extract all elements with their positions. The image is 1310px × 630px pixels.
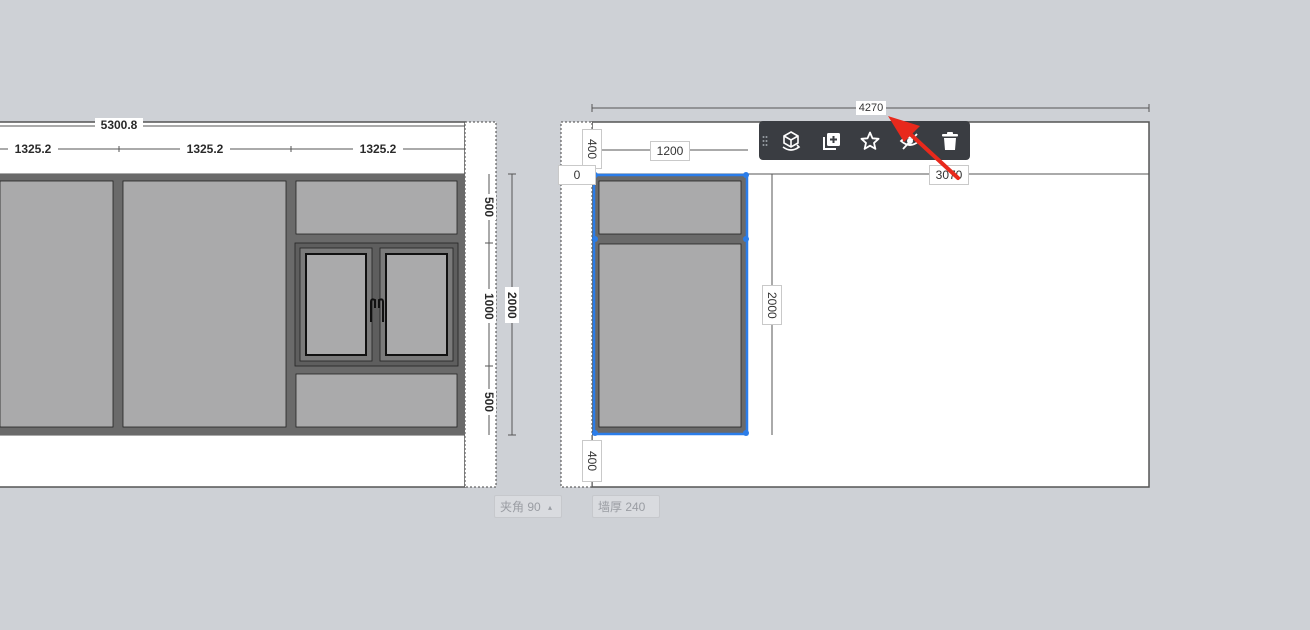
top-offset-input[interactable]: 400 (582, 129, 602, 169)
window-width-input[interactable]: 1200 (650, 141, 690, 161)
left-total-height[interactable]: 2000 (505, 287, 519, 323)
resize-handle[interactable] (743, 430, 749, 436)
caret-up-icon: ▴ (548, 503, 553, 512)
resize-handle[interactable] (743, 236, 749, 242)
window-height-input[interactable]: 2000 (762, 285, 782, 325)
annotation-arrow (888, 116, 960, 180)
duplicate-icon (822, 132, 840, 150)
rotate-3d-button[interactable] (771, 121, 811, 160)
thickness-label: 墙厚 240 (598, 500, 646, 514)
drag-grip-icon[interactable] (759, 121, 771, 160)
star-icon (860, 131, 880, 150)
wall-thickness-control[interactable]: 墙厚 240 (592, 495, 660, 518)
duplicate-button[interactable] (811, 121, 851, 160)
left-segment-1[interactable]: 1325.2 (8, 142, 58, 156)
bottom-offset-input[interactable]: 400 (582, 440, 602, 482)
left-segment-2[interactable]: 1325.2 (180, 142, 230, 156)
rotate-3d-icon (782, 130, 801, 151)
angle-label: 夹角 90 (500, 500, 541, 514)
left-vdim-top[interactable]: 500 (482, 194, 496, 220)
angle-control[interactable]: 夹角 90 ▴ (494, 495, 562, 518)
resize-handle[interactable] (743, 172, 749, 178)
resize-handle[interactable] (592, 430, 598, 436)
left-vdim-middle[interactable]: 1000 (482, 289, 496, 323)
left-window-unit[interactable] (0, 174, 465, 435)
left-vdim-bottom[interactable]: 500 (482, 389, 496, 415)
left-offset-input[interactable]: 0 (558, 165, 596, 185)
left-wall[interactable] (0, 121, 516, 488)
resize-handle[interactable] (592, 236, 598, 242)
left-segment-3[interactable]: 1325.2 (353, 142, 403, 156)
left-total-width[interactable]: 5300.8 (95, 118, 143, 132)
design-canvas[interactable] (0, 0, 1310, 630)
right-wall[interactable] (560, 104, 1150, 488)
selected-window[interactable] (592, 172, 749, 436)
